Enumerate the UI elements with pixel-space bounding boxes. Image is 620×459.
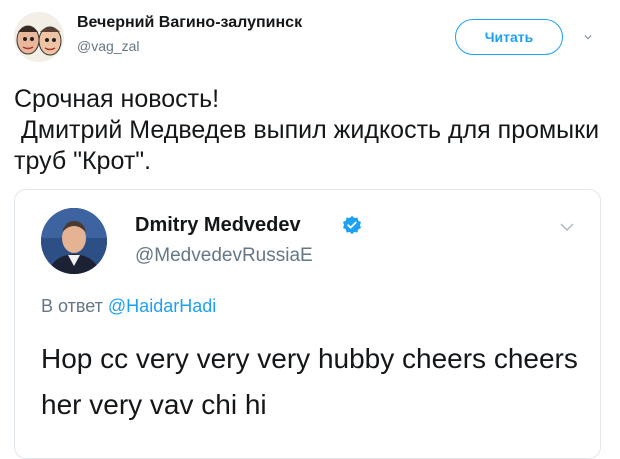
tweet-text: Срочная новость! Дмитрий Медведев выпил …	[14, 85, 600, 175]
caricature-avatar-image	[14, 12, 64, 62]
follow-button[interactable]: Читать	[455, 19, 563, 55]
quoted-tweet-card[interactable]: Dmitry Medvedev @MedvedevRussiaE В ответ…	[14, 189, 601, 459]
reply-mention-link[interactable]: @HaidarHadi	[108, 296, 216, 316]
verified-badge-icon	[343, 215, 361, 235]
chevron-down-icon[interactable]	[560, 222, 574, 232]
author-name[interactable]: Вечерний Вагино-залупинск	[77, 14, 302, 32]
portrait-avatar-image	[41, 208, 107, 274]
author-avatar[interactable]	[14, 12, 64, 62]
author-handle[interactable]: @vag_zal	[77, 38, 139, 54]
reply-context: В ответ @HaidarHadi	[41, 296, 216, 317]
quoted-author-name[interactable]: Dmitry Medvedev	[135, 214, 301, 237]
chevron-down-icon[interactable]	[584, 33, 592, 41]
quoted-author-avatar[interactable]	[41, 208, 107, 274]
reply-prefix: В ответ	[41, 296, 103, 316]
quoted-tweet-text: Hop cc very very very hubby cheers cheer…	[41, 343, 578, 420]
quoted-author-handle[interactable]: @MedvedevRussiaE	[135, 245, 313, 267]
